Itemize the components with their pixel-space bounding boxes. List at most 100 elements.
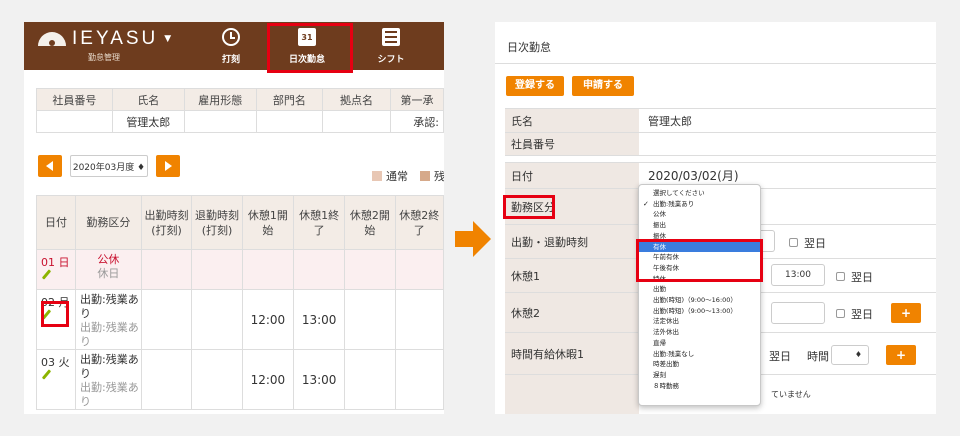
hourly-leave-next-day-label: 翌日 [769,350,791,363]
dropdown-option[interactable]: 直帰 [639,338,760,349]
dropdown-option[interactable]: 出勤:残業なし [639,349,760,360]
chevron-down-icon[interactable]: ▼ [164,34,171,44]
hourly-leave-time-select[interactable]: ♦ [831,345,869,365]
highlight-paid-leave-options [636,239,763,282]
dropdown-option[interactable]: 法定休出 [639,316,760,327]
fan-logo-icon [38,32,66,46]
header-location: 拠点名 [321,88,392,111]
break1-end-cell: 13:00 [292,349,346,410]
department-value [255,110,323,133]
dropdown-option[interactable]: ✓ 出勤:残業あり [639,199,760,210]
break1-next-day-checkbox[interactable] [836,272,845,281]
app-header: IEYASU ▼ 勤怠管理 打刻 31 日次勤怠 シフト [24,22,444,70]
break1-next-day-label: 翌日 [851,271,873,284]
date-label: 01 日 [41,256,70,269]
highlight-edit-pencil [41,301,69,327]
name-value: 管理太郎 [648,114,692,128]
employee-name-value: 管理太郎 [111,110,185,133]
highlight-work-type-label [503,195,555,219]
col-break1-end: 休憩1終 了 [292,195,346,250]
dropdown-option[interactable]: 時差出勤 [639,359,760,370]
clock-in-out-label: 出勤・退勤時刻 [505,225,639,258]
employee-no-value [36,110,113,133]
add-hourly-leave-button[interactable]: + [886,345,916,365]
row-name: 氏名 管理太郎 [505,108,936,132]
legend-overtime: 残 [420,168,444,184]
header-first-approver: 第一承 [390,88,444,111]
dropdown-option[interactable]: 振出 [639,220,760,231]
table-row[interactable]: 01 日 公休 休日 [35,249,444,290]
hourly-leave-label: 時間有給休暇1 [505,333,639,374]
nav-shift[interactable]: シフト [356,22,426,70]
col-work-type: 勤務区分 [75,195,142,250]
nav-punch[interactable]: 打刻 [196,22,266,70]
prev-month-button[interactable] [38,155,62,177]
dropdown-option[interactable]: 法外休出 [639,327,760,338]
edit-pencil-icon[interactable] [41,370,51,380]
table-row[interactable]: 03 火 出勤:残業あ り 出勤:残業あ り 12:00 13:00 [35,349,444,410]
work-type-sub: 休日 [97,267,120,280]
apply-button[interactable]: 申請する [572,76,634,96]
highlight-daily-attendance-nav [267,23,353,73]
break1-end-input[interactable]: 13:00 [771,264,825,286]
col-date: 日付 [35,195,77,250]
dropdown-option[interactable]: 公休 [639,209,760,220]
row-employee-no: 社員番号 [505,132,936,156]
dropdown-option[interactable]: 出勤 [639,284,760,295]
add-break-button[interactable]: + [891,303,921,323]
header-employment-type: 雇用形態 [183,88,257,111]
work-type-sub: 出勤:残業あ り [80,381,139,408]
shift-book-icon [382,28,400,46]
header-name: 氏名 [111,88,185,111]
app-subtitle: 勤怠管理 [88,53,120,62]
dropdown-option[interactable]: 選択してください [639,188,760,199]
app-name: IEYASU [72,28,159,49]
work-type-cell: 出勤:残業あ り 出勤:残業あ り [75,289,142,350]
work-type-cell: 公休 休日 [75,249,142,290]
legend-overtime-label: 残 [434,170,444,183]
header-employee-no: 社員番号 [36,88,113,111]
break1-start-cell: 12:00 [241,289,295,350]
col-break2-end: 休憩2終 了 [394,195,444,250]
work-type-sub: 出勤:残業あ り [80,321,139,348]
legend-overtime-swatch [420,171,430,181]
break1-start-cell: 12:00 [241,349,295,410]
table-row[interactable]: 02 月 出勤:残業あ り 出勤:残業あ り 12:00 13:00 [35,289,444,350]
dropdown-option[interactable]: ８時勤務 [639,381,760,392]
next-month-button[interactable] [156,155,180,177]
col-clock-out: 退勤時刻 (打刻) [191,195,243,250]
work-type-cell: 出勤:残業あ り 出勤:残業あ り [75,349,142,410]
date-label: 03 火 [41,356,70,369]
work-type-label: 出勤:残業あ り [80,293,139,320]
break2-end-input[interactable] [771,302,825,324]
dropdown-option[interactable]: 出勤(時短)（9:00〜13:00） [639,306,760,317]
date-cell: 03 火 [35,349,77,410]
month-select[interactable]: 2020年03月度 ♦ [70,155,148,177]
daily-attendance-edit-screen: 日次勤怠 登録する 申請する 氏名 管理太郎 社員番号 日付 2020/03/0… [495,22,936,414]
break2-next-day-checkbox[interactable] [836,309,845,318]
dropdown-option[interactable]: 遅刻 [639,370,760,381]
work-type-dropdown[interactable]: 選択してください ✓ 出勤:残業あり 公休 振出 振休 有休 午前有休 午後有休 … [638,184,761,406]
register-button[interactable]: 登録する [506,76,564,96]
employment-type-value [183,110,257,133]
daily-attendance-table: 日付 勤務区分 出勤時刻 (打刻) 退勤時刻 (打刻) 休憩1開 始 休憩1終 … [35,195,444,410]
dropdown-option[interactable]: 出勤(時短)（9:00〜16:00） [639,295,760,306]
col-break1-start: 休憩1開 始 [241,195,295,250]
edit-pencil-icon[interactable] [41,270,51,280]
break1-label: 休憩1 [505,259,639,292]
break2-label: 休憩2 [505,293,639,332]
app-logo[interactable]: IEYASU ▼ [38,28,171,50]
page-title: 日次勤怠 [507,41,551,54]
hourly-leave-time-label: 時間 [807,350,829,363]
nav-punch-label: 打刻 [221,55,240,65]
clock-out-next-day-checkbox[interactable] [789,238,798,247]
location-value [321,110,392,133]
legend-normal-label: 通常 [386,170,408,183]
work-type-label: 公休 [97,253,120,266]
name-label: 氏名 [505,109,639,132]
date-cell: 01 日 [35,249,77,290]
date-label: 日付 [505,163,639,188]
col-clock-in: 出勤時刻 (打刻) [140,195,193,250]
work-type-label: 出勤:残業あ り [80,353,139,380]
break2-next-day-label: 翌日 [851,308,873,321]
